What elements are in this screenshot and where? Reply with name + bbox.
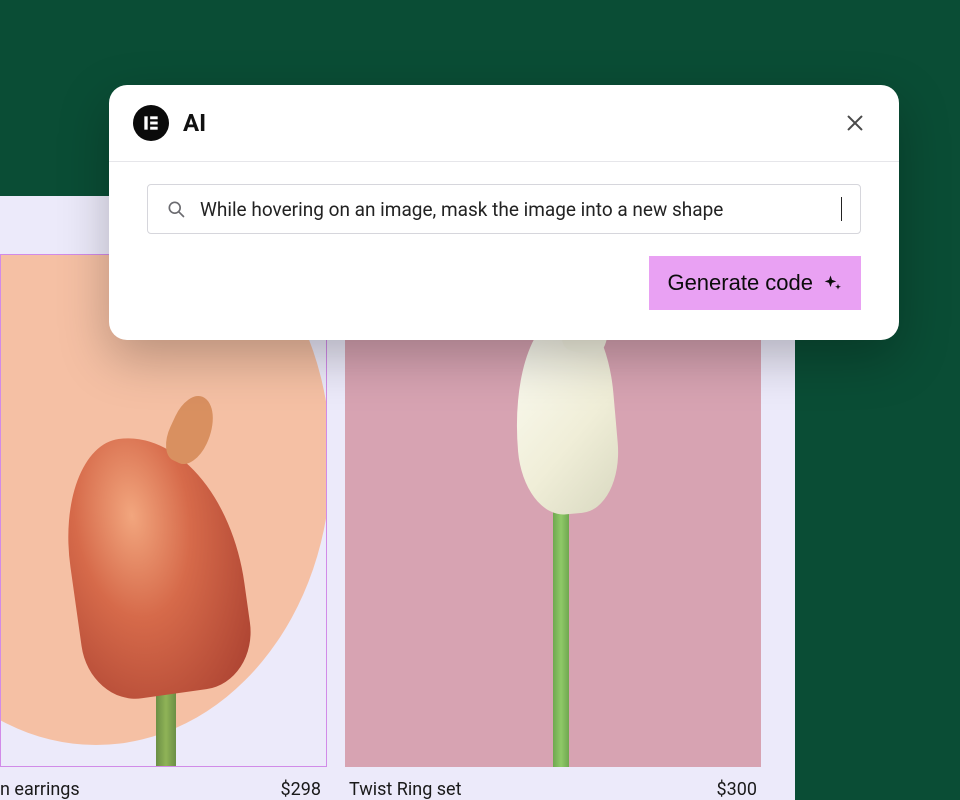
modal-actions: Generate code	[147, 256, 861, 310]
product-price: $298	[281, 779, 321, 800]
flower-illustration	[51, 405, 271, 767]
product-caption: n earrings $298	[0, 779, 327, 800]
prompt-input[interactable]	[200, 198, 827, 221]
generate-code-button[interactable]: Generate code	[649, 256, 861, 310]
flower-illustration	[505, 294, 665, 767]
ai-modal: AI Generate code	[109, 85, 899, 340]
product-price: $300	[717, 779, 757, 800]
sparkle-icon	[823, 273, 843, 293]
modal-title-group: AI	[133, 105, 206, 141]
text-cursor	[841, 197, 842, 221]
product-name: n earrings	[0, 779, 80, 800]
close-button[interactable]	[839, 107, 871, 139]
product-name: Twist Ring set	[349, 779, 462, 800]
modal-body: Generate code	[109, 162, 899, 340]
search-icon	[166, 199, 186, 219]
generate-label: Generate code	[667, 270, 813, 296]
product-caption: Twist Ring set $300	[345, 779, 761, 800]
close-icon	[844, 112, 866, 134]
modal-header: AI	[109, 85, 899, 162]
brand-logo-icon	[133, 105, 169, 141]
prompt-field[interactable]	[147, 184, 861, 234]
modal-title: AI	[183, 109, 206, 137]
